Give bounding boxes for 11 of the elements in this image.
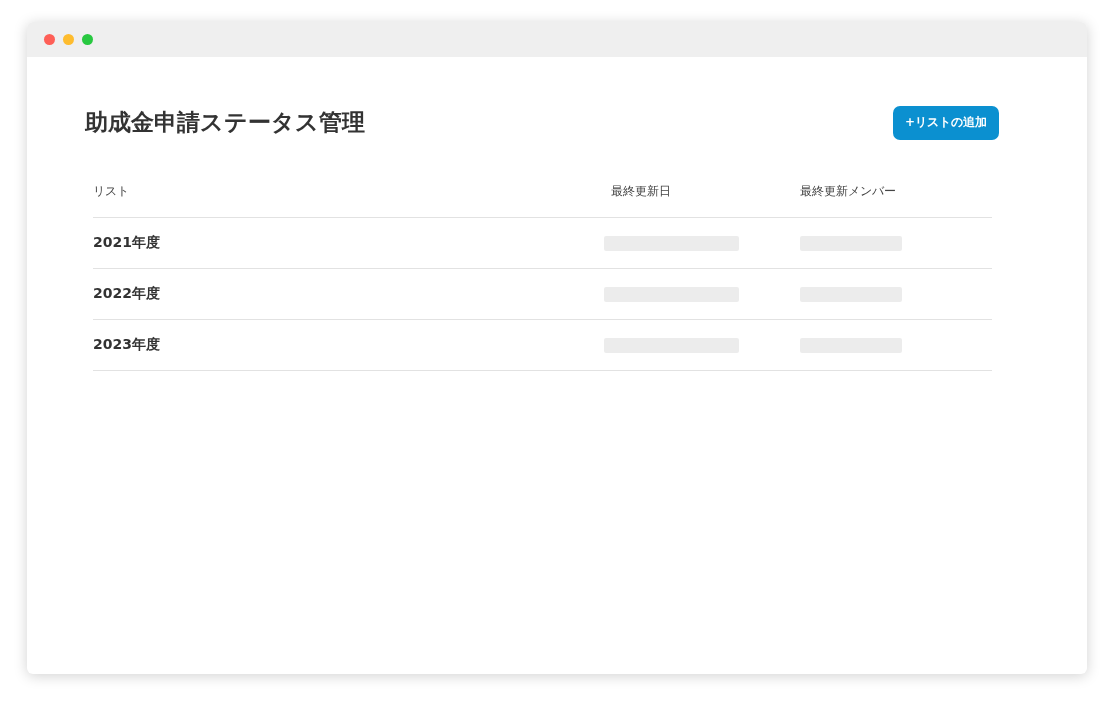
minimize-button[interactable] [63, 34, 74, 45]
column-header: リスト [93, 183, 130, 200]
column-header: 最終更新メンバー [800, 183, 897, 200]
add-list-button[interactable]: +リストの追加 [892, 105, 999, 140]
list-name[interactable]: 2022年度 [93, 285, 604, 303]
close-button[interactable] [44, 34, 55, 45]
maximize-button[interactable] [82, 34, 93, 45]
list-name[interactable]: 2023年度 [93, 336, 604, 354]
list-name[interactable]: 2021年度 [93, 234, 604, 252]
page-title: 助成金申請ステータス管理 [85, 108, 365, 137]
column-header: 最終更新日 [610, 183, 672, 200]
